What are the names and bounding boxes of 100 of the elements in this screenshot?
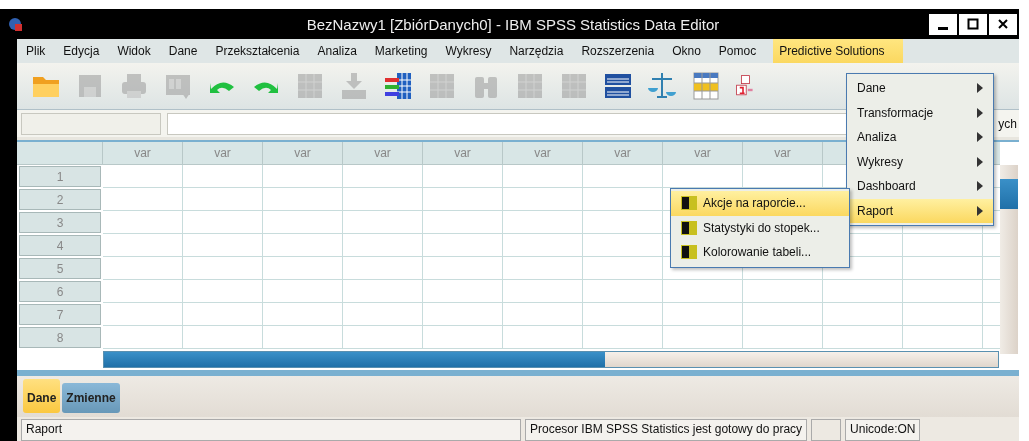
table-cell[interactable] [903,303,983,326]
dropdown-item[interactable]: Dane [847,76,993,101]
table-cell[interactable] [423,280,503,303]
table-cell[interactable] [583,280,663,303]
table-cell[interactable] [423,234,503,257]
table-cell[interactable] [503,188,583,211]
table-cell[interactable] [503,165,583,188]
table-cell[interactable] [343,280,423,303]
table-cell[interactable] [903,280,983,303]
table-cell[interactable] [503,211,583,234]
table-cell[interactable] [263,188,343,211]
submenu-item[interactable]: Akcje na raporcie... [671,191,849,216]
table-cell[interactable] [103,188,183,211]
table-cell[interactable] [343,188,423,211]
table-cell[interactable] [503,303,583,326]
table-cell[interactable] [663,280,743,303]
report-icon [681,196,697,211]
dropdown-item[interactable]: Raport [847,198,993,223]
dropdown-item[interactable]: Transformacje [847,100,993,125]
maximize-icon [967,18,979,30]
table-cell[interactable] [903,257,983,280]
table-cell[interactable] [583,165,663,188]
submenu-arrow-icon [977,132,983,143]
submenu-arrow-icon [977,205,983,216]
table-cell[interactable] [583,234,663,257]
table-cell[interactable] [743,280,823,303]
table-cell[interactable] [183,211,263,234]
menu-item[interactable]: Narzędzia [500,39,573,63]
table-cell[interactable] [103,165,183,188]
menu-item[interactable]: Okno [663,39,710,63]
cell-name-field[interactable] [21,112,161,135]
menu-item[interactable]: Edycja [54,39,109,63]
submenu-item[interactable]: Statystyki do stopek... [671,215,849,240]
table-cell[interactable] [823,303,903,326]
table-cell[interactable] [263,165,343,188]
table-cell[interactable] [343,211,423,234]
vertical-scrollbar[interactable] [1000,165,1018,354]
submenu-item[interactable]: Kolorowanie tabeli... [671,240,849,265]
view-tab[interactable]: Dane [23,379,61,413]
menu-item[interactable]: Predictive Solutions [773,39,903,63]
table-cell[interactable] [503,234,583,257]
table-cell[interactable] [263,257,343,280]
table-cell[interactable] [583,211,663,234]
horizontal-scrollbar[interactable] [103,351,999,368]
maximize-button[interactable] [959,13,987,35]
table-cell[interactable] [263,303,343,326]
table-cell[interactable] [103,211,183,234]
table-cell[interactable] [583,257,663,280]
table-cell[interactable] [503,257,583,280]
menu-item[interactable]: Wykresy [436,39,501,63]
menu-item[interactable]: Analiza [308,39,366,63]
table-cell[interactable] [743,303,823,326]
table-cell[interactable] [183,188,263,211]
table-cell[interactable] [823,280,903,303]
table-cell[interactable] [183,280,263,303]
menu-item[interactable]: Rozszerzenia [572,39,664,63]
table-cell[interactable] [423,303,503,326]
table-cell[interactable] [343,257,423,280]
close-button[interactable] [989,13,1017,35]
table-cell[interactable] [423,188,503,211]
table-cell[interactable] [183,234,263,257]
table-cell[interactable] [103,303,183,326]
table-cell[interactable] [343,303,423,326]
dropdown-item[interactable]: Analiza [847,125,993,150]
table-cell[interactable] [183,165,263,188]
menu-item[interactable]: Widok [108,39,160,63]
table-cell[interactable] [343,165,423,188]
scale-icon[interactable] [647,71,677,101]
table-cell[interactable] [263,234,343,257]
table-cell[interactable] [343,234,423,257]
table-cell[interactable] [583,303,663,326]
sheet-icon[interactable] [691,71,721,101]
table-cell[interactable] [423,165,503,188]
table-cell[interactable] [263,280,343,303]
table-cell[interactable] [103,280,183,303]
table-cell[interactable] [103,234,183,257]
submenu-arrow-icon [977,83,983,94]
table-cell[interactable] [423,257,503,280]
dropdown-item[interactable]: Dashboard [847,174,993,199]
table-cell[interactable] [663,303,743,326]
tables-icon[interactable] [603,71,633,101]
status-panel [811,419,842,441]
menu-item[interactable]: Pomoc [709,39,766,63]
table-cell[interactable] [503,280,583,303]
table-cell[interactable] [903,234,983,257]
table-cell[interactable] [583,188,663,211]
menu-item[interactable]: Marketing [365,39,437,63]
view-tab[interactable]: Zmienne [62,383,120,413]
menu-item[interactable]: Plik [17,39,55,63]
table-cell[interactable] [183,257,263,280]
variables-icon[interactable] [383,71,413,101]
table-cell[interactable] [423,211,503,234]
table-cell[interactable] [103,257,183,280]
app-icon [8,17,22,31]
menu-item[interactable]: Przekształcenia [206,39,309,63]
menu-item[interactable]: Dane [159,39,207,63]
minimize-button[interactable] [929,13,957,35]
table-cell[interactable] [183,303,263,326]
dropdown-item[interactable]: Wykresy [847,149,993,174]
table-cell[interactable] [263,211,343,234]
